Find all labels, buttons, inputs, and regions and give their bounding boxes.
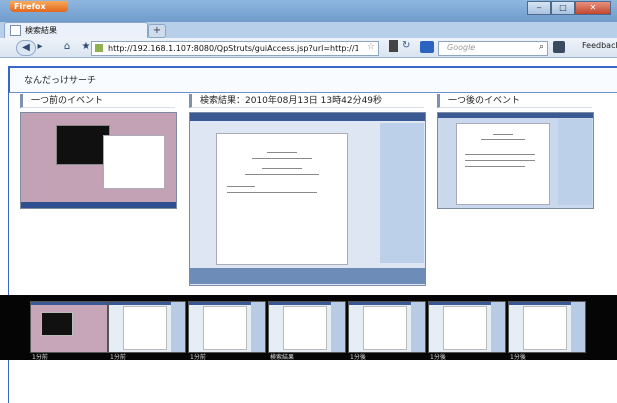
thumbnail-label: 検索結果 [270, 354, 295, 361]
thumbnail-0[interactable] [30, 301, 108, 353]
thumbnail-label: 1分後 [510, 354, 526, 361]
maximize-button[interactable]: □ [551, 1, 575, 15]
site-icon [95, 44, 103, 52]
thumbnail-5[interactable] [428, 301, 506, 353]
reload-icon[interactable]: ↻ [402, 40, 410, 51]
taskbar [190, 268, 425, 284]
star-icon[interactable]: ☆ [367, 42, 375, 52]
document-page [456, 123, 550, 205]
navigation-toolbar: ◀ ▸ ⌂ ★ http://192.168.1.107:8080/QpStru… [0, 38, 617, 58]
close-button[interactable]: ✕ [575, 1, 611, 15]
minimize-button[interactable]: ‒ [527, 1, 551, 15]
page-icon [10, 25, 21, 36]
search-input[interactable]: Google ⌕ [438, 41, 548, 56]
bookmark-icon[interactable] [389, 40, 398, 52]
document-page [216, 133, 348, 265]
next-event-screenshot[interactable] [437, 112, 594, 209]
document-window [103, 135, 165, 189]
thumbnail-6[interactable] [508, 301, 586, 353]
titlebar [438, 113, 593, 118]
thumbnail-label: 1分前 [32, 354, 48, 361]
thumbnail-label: 1分後 [350, 354, 366, 361]
new-tab-button[interactable]: + [148, 24, 166, 38]
search-engine-icon[interactable] [420, 41, 434, 53]
url-bar[interactable]: http://192.168.1.107:8080/QpStruts/guiAc… [91, 41, 379, 56]
timeline-filmstrip: 1分前 1分前 1分前 検索結果 1分後 1分後 1分後 [0, 295, 617, 361]
titlebar [190, 113, 425, 121]
window-titlebar: Firefox ‒ □ ✕ [0, 0, 617, 22]
search-icon[interactable]: ⌕ [539, 42, 544, 52]
thumbnail-1[interactable] [108, 301, 186, 353]
terminal-window [56, 125, 110, 165]
page-title: なんだっけサーチ [24, 76, 97, 86]
search-result-caption: 検索結果：2010年08月13日 13時42分49秒 [189, 94, 424, 108]
thumbnail-label: 1分後 [430, 354, 446, 361]
thumbnail-3[interactable] [268, 301, 346, 353]
feedback-button[interactable]: Feedback [582, 41, 617, 50]
back-icon[interactable]: ◀ [16, 40, 36, 56]
window-controls: ‒ □ ✕ [527, 1, 611, 15]
task-pane [558, 119, 592, 205]
tab-title: 検索結果 [25, 26, 57, 35]
thumbnail-label: 1分前 [190, 354, 206, 361]
firefox-menu-button[interactable]: Firefox [10, 1, 68, 12]
search-result-screenshot[interactable] [189, 112, 426, 286]
thumbnail-4[interactable] [348, 301, 426, 353]
forward-icon[interactable]: ▸ [35, 40, 45, 54]
taskbar [21, 202, 176, 208]
thumbnail-2[interactable] [188, 301, 266, 353]
prev-event-screenshot[interactable] [20, 112, 177, 209]
thumbnail-label: 1分前 [110, 354, 126, 361]
page-header: なんだっけサーチ [8, 66, 617, 93]
page-menu-icon[interactable] [553, 41, 565, 53]
task-pane [380, 123, 424, 263]
next-event-caption: 一つ後のイベント [437, 94, 592, 108]
url-text: http://192.168.1.107:8080/QpStruts/guiAc… [108, 44, 358, 53]
search-placeholder: Google [447, 43, 476, 52]
prev-event-caption: 一つ前のイベント [20, 94, 175, 108]
tab-search-results[interactable]: 検索結果 [4, 22, 148, 38]
home-icon[interactable]: ⌂ [60, 40, 74, 54]
